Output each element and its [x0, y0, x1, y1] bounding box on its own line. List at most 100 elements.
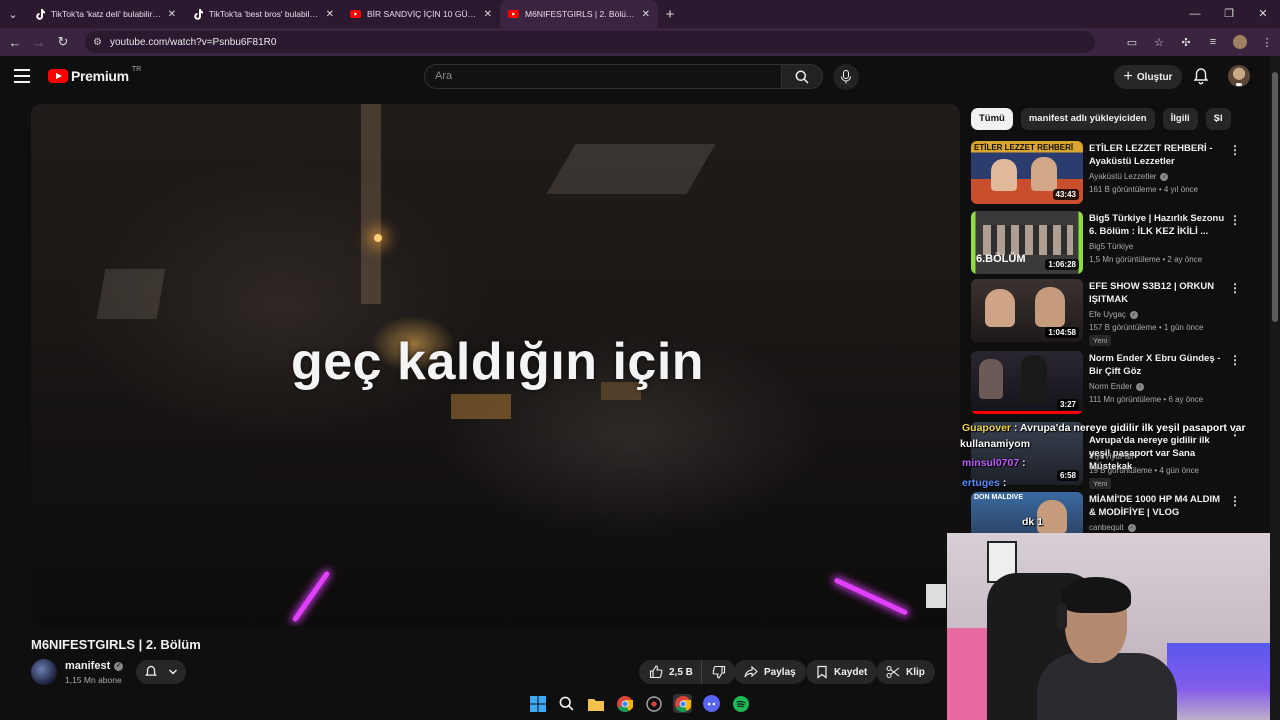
- search-input[interactable]: Ara: [424, 64, 782, 89]
- video-thumbnail[interactable]: ETİLER LEZZET REHBERİ 43:43: [971, 141, 1083, 204]
- share-button[interactable]: Paylaş: [734, 660, 806, 684]
- bookmark-star-icon[interactable]: ☆: [1152, 36, 1166, 49]
- chip-from-uploader[interactable]: manifest adlı yükleyiciden: [1020, 108, 1155, 130]
- minimize-icon[interactable]: —: [1178, 0, 1212, 28]
- recommendation-item[interactable]: ETİLER LEZZET REHBERİ 43:43 ETİLER LEZZE…: [971, 141, 1241, 205]
- chat-username: Guapover: [962, 422, 1012, 434]
- tab-title: TikTok'ta 'best bros' bulabilirsiniz: [209, 9, 320, 19]
- discord-icon[interactable]: [702, 694, 721, 713]
- recommendation-item[interactable]: 3:27 Norm Ender X Ebru Gündeş - Bir Çift…: [971, 351, 1241, 415]
- file-explorer-icon[interactable]: [586, 694, 605, 713]
- toolbar-icons: ▭ ☆ ✣ ≡ ⋮: [1125, 28, 1274, 56]
- share-icon: [744, 665, 758, 678]
- recommendation-title[interactable]: Big5 Türkiye | Hazırlık Sezonu 6. Bölüm …: [1089, 212, 1227, 238]
- cast-icon[interactable]: ▭: [1125, 36, 1139, 49]
- address-bar[interactable]: ⚙ youtube.com/watch?v=Psnbu6F81R0: [85, 31, 1095, 53]
- more-actions-icon[interactable]: ⋮: [1229, 494, 1241, 508]
- chat-text: : Avrupa'da nereye gidilir ilk yeşil pas…: [1013, 422, 1246, 434]
- chat-text: kullanamiyom: [960, 438, 1031, 450]
- video-thumbnail[interactable]: 1:04:58: [971, 279, 1083, 342]
- youtube-premium-logo[interactable]: Premium TR: [48, 66, 141, 84]
- browser-menu-icon[interactable]: ⋮: [1260, 36, 1274, 49]
- video-player[interactable]: geç kaldığın için: [31, 104, 960, 626]
- channel-avatar[interactable]: [31, 659, 57, 685]
- media-controls-icon[interactable]: ≡: [1206, 36, 1220, 48]
- video-duration: 1:04:58: [1045, 327, 1079, 338]
- plus-icon: +: [1123, 68, 1133, 85]
- dislike-button[interactable]: [700, 660, 736, 684]
- more-actions-icon[interactable]: ⋮: [1229, 353, 1241, 367]
- subscriber-count: 1,15 Mn abone: [65, 675, 122, 685]
- thumbnail-text: 6.BÖLÜM: [976, 253, 1026, 265]
- recommendation-title[interactable]: Norm Ender X Ebru Gündeş - Bir Çift Göz: [1089, 352, 1227, 378]
- close-tab-icon[interactable]: ✕: [642, 9, 650, 20]
- close-tab-icon[interactable]: ✕: [484, 9, 492, 20]
- recommendation-meta: 161 B görüntüleme • 4 yıl önce: [1089, 185, 1199, 194]
- recommendation-channel: Big5 Türkiye: [1089, 242, 1134, 251]
- profile-avatar[interactable]: [1233, 35, 1247, 49]
- chevron-right-icon[interactable]: ›: [1215, 111, 1219, 126]
- chip-related[interactable]: İlgili: [1162, 108, 1198, 130]
- search-button[interactable]: [781, 64, 823, 89]
- video-scene-detail: [361, 104, 381, 304]
- video-thumbnail[interactable]: 3:27: [971, 351, 1083, 414]
- recommendation-title[interactable]: MİAMİ'DE 1000 HP M4 ALDIM & MODİFİYE | V…: [1089, 493, 1227, 519]
- notifications-bell-icon[interactable]: [1192, 67, 1210, 85]
- close-window-icon[interactable]: ✕: [1246, 0, 1280, 28]
- chat-text: dk 1: [1022, 516, 1044, 528]
- streamer-body: [1037, 653, 1177, 720]
- spotify-icon[interactable]: [731, 694, 750, 713]
- recommendation-channel: Norm Ender: [1089, 382, 1133, 391]
- browser-tab[interactable]: BİR SANDVİÇ İÇİN 10 GÜN !! (P ✕: [342, 0, 500, 28]
- recommendation-title[interactable]: EFE SHOW S3B12 | ORKUN IŞITMAK: [1089, 280, 1227, 306]
- close-tab-icon[interactable]: ✕: [168, 9, 176, 20]
- recommendation-item[interactable]: 1:04:58 EFE SHOW S3B12 | ORKUN IŞITMAK E…: [971, 279, 1241, 346]
- browser-tab-active[interactable]: M6NIFESTGIRLS | 2. Bölüm - Yo ✕: [500, 0, 658, 28]
- search-icon[interactable]: [557, 694, 576, 713]
- clip-button[interactable]: Klip: [876, 660, 935, 684]
- page-scrollbar[interactable]: [1270, 56, 1280, 720]
- like-button[interactable]: 2,5 B: [639, 660, 701, 684]
- youtube-play-icon: [48, 69, 68, 83]
- chrome-icon[interactable]: [615, 694, 634, 713]
- reload-icon[interactable]: ↻: [51, 34, 75, 50]
- video-thumbnail[interactable]: 6.BÖLÜM 1:06:28: [971, 211, 1083, 274]
- extensions-icon[interactable]: ✣: [1179, 36, 1193, 49]
- browser-tab[interactable]: TikTok'ta 'best bros' bulabilirsiniz ✕: [184, 0, 342, 28]
- tab-title: BİR SANDVİÇ İÇİN 10 GÜN !! (P: [367, 9, 478, 19]
- forward-icon[interactable]: →: [27, 35, 51, 50]
- recommendation-title[interactable]: ETİLER LEZZET REHBERİ - Ayaküstü Lezzetl…: [1089, 142, 1227, 168]
- browser-tab[interactable]: TikTok'ta 'katz deli' bulabilirsiniz ✕: [26, 0, 184, 28]
- save-button[interactable]: Kaydet: [806, 660, 878, 684]
- restore-icon[interactable]: ❐: [1212, 0, 1246, 28]
- thumbnail-person: [979, 359, 1003, 399]
- chat-username: minsul0707: [962, 457, 1020, 469]
- more-actions-icon[interactable]: ⋮: [1229, 213, 1241, 227]
- site-info-icon[interactable]: ⚙: [93, 37, 102, 48]
- recommendation-channel-row: Big5 Türkiye: [1089, 242, 1133, 251]
- more-actions-icon[interactable]: ⋮: [1229, 281, 1241, 295]
- chip-all[interactable]: Tümü: [971, 108, 1013, 130]
- chrome-profile-icon[interactable]: [644, 694, 663, 713]
- chrome-active-icon[interactable]: [673, 694, 692, 713]
- windows-start-icon[interactable]: [528, 694, 547, 713]
- tiktok-icon: [192, 8, 203, 20]
- close-tab-icon[interactable]: ✕: [326, 9, 334, 20]
- scrollbar-thumb[interactable]: [1272, 72, 1278, 322]
- create-button[interactable]: + Oluştur: [1114, 65, 1182, 89]
- subscription-notifications-button[interactable]: [136, 660, 186, 684]
- back-icon[interactable]: ←: [3, 35, 27, 50]
- tab-search-icon[interactable]: ⌄: [0, 0, 26, 28]
- video-subtitle: geç kaldığın için: [291, 333, 705, 391]
- more-actions-icon[interactable]: ⋮: [1229, 143, 1241, 157]
- neon-light: [833, 577, 909, 616]
- taskbar: [528, 694, 750, 714]
- channel-name-row[interactable]: manifest ✓: [65, 660, 124, 672]
- menu-icon[interactable]: [14, 69, 30, 87]
- recommendation-channel-row: Efe Uygaç ✓: [1089, 310, 1138, 319]
- thumbnail-person: [985, 289, 1015, 327]
- verified-icon: ✓: [1160, 172, 1169, 181]
- recommendation-item[interactable]: 6.BÖLÜM 1:06:28 Big5 Türkiye | Hazırlık …: [971, 211, 1241, 275]
- voice-search-button[interactable]: [833, 64, 859, 90]
- new-tab-icon[interactable]: +: [658, 6, 682, 23]
